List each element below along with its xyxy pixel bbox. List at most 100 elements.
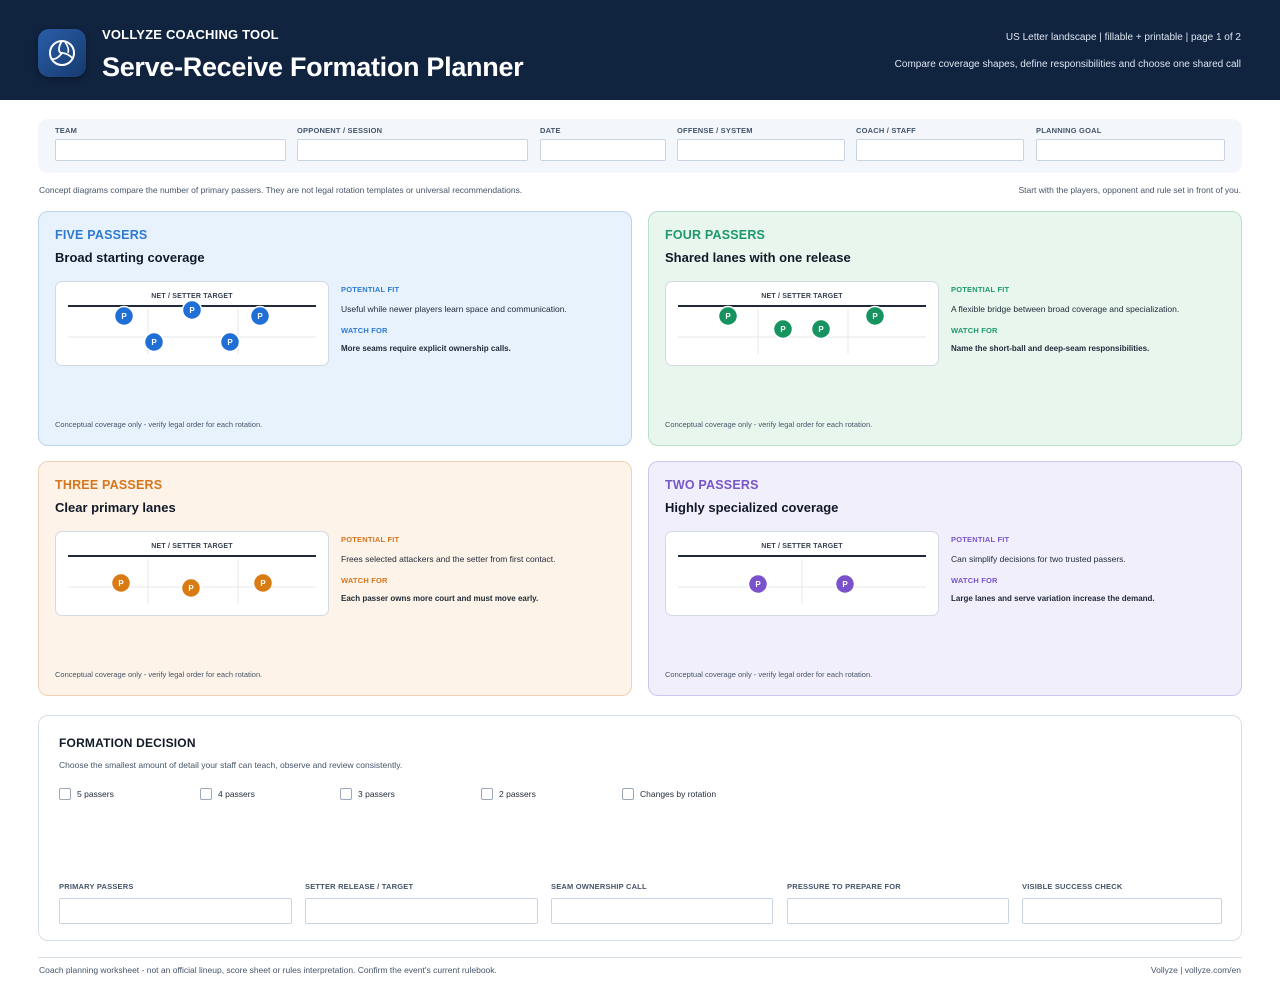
card-footnote: Conceptual coverage only - verify legal … [665,420,873,429]
svg-text:P: P [118,579,124,588]
fit-label: POTENTIAL FIT [341,285,400,294]
primary-passers-input[interactable] [59,898,292,924]
option-4-passers[interactable]: 4 passers [200,788,255,800]
svg-text:P: P [872,312,878,321]
footer-disclaimer: Coach planning worksheet - not an offici… [39,965,497,975]
watch-text: Name the short-ball and deep-seam respon… [951,344,1150,353]
date-input[interactable] [540,139,666,161]
net-label: NET / SETTER TARGET [151,543,233,550]
watch-text: Each passer owns more court and must mov… [341,594,539,603]
checkbox[interactable] [622,788,634,800]
svg-text:P: P [151,338,157,347]
team-input[interactable] [55,139,286,161]
passer-marker: P [252,572,274,594]
svg-text:P: P [188,584,194,593]
fit-label: POTENTIAL FIT [951,285,1010,294]
passer-marker: P [113,305,135,327]
svg-text:P: P [260,579,266,588]
fit-text: Frees selected attackers and the setter … [341,554,556,564]
card-five-passers: FIVE PASSERS Broad starting coverage P P P P P… [38,211,632,446]
card-kicker: THREE PASSERS [55,478,163,492]
success-check-input[interactable] [1022,898,1222,924]
net-label: NET / SETTER TARGET [761,293,843,300]
passer-marker: P [864,305,886,327]
card-footnote: Conceptual coverage only - verify legal … [55,420,263,429]
offense-input[interactable] [677,139,845,161]
passer-marker: P [810,318,832,340]
checkbox[interactable] [59,788,71,800]
passer-marker: P [180,577,202,599]
net-label: NET / SETTER TARGET [761,543,843,550]
passer-marker: P [834,573,856,595]
svg-text:P: P [842,580,848,589]
passer-marker: P [717,305,739,327]
decision-title: FORMATION DECISION [59,736,196,750]
fit-label: POTENTIAL FIT [341,535,400,544]
fit-text: A flexible bridge between broad coverage… [951,304,1180,314]
fit-label: POTENTIAL FIT [951,535,1010,544]
field-label: OPPONENT / SESSION [297,126,383,135]
pressure-input[interactable] [787,898,1009,924]
option-label: 2 passers [499,789,536,799]
field-label: DATE [540,126,561,135]
formation-decision: FORMATION DECISION Choose the smallest a… [38,715,1242,941]
footer-brand: Vollyze | vollyze.com/en [1150,965,1241,975]
passer-marker: P [772,318,794,340]
checkbox[interactable] [481,788,493,800]
svg-text:P: P [725,312,731,321]
seam-ownership-input[interactable] [551,898,773,924]
seam-ownership-label: SEAM OWNERSHIP CALL [551,882,647,891]
footer-divider [38,957,1242,958]
success-check-label: VISIBLE SUCCESS CHECK [1022,882,1123,891]
card-four-passers: FOUR PASSERS Shared lanes with one releas… [648,211,1242,446]
planning-fields: TEAM OPPONENT / SESSION DATE OFFENSE / S… [38,119,1242,173]
concept-note: Concept diagrams compare the number of p… [39,185,523,195]
checkbox[interactable] [340,788,352,800]
card-title: Shared lanes with one release [665,250,851,265]
option-changes-by-rotation[interactable]: Changes by rotation [622,788,716,800]
option-5-passers[interactable]: 5 passers [59,788,114,800]
formation-diagram: P P P P P NET / SETTER TARGET [55,281,329,366]
svg-text:P: P [755,580,761,589]
svg-text:P: P [189,306,195,315]
passer-marker: P [249,305,271,327]
fit-text: Useful while newer players learn space a… [341,304,567,314]
card-title: Clear primary lanes [55,500,176,515]
watch-label: WATCH FOR [951,326,998,335]
net-label: NET / SETTER TARGET [151,293,233,300]
page-title: Serve-Receive Formation Planner [102,52,524,82]
checkbox[interactable] [200,788,212,800]
svg-text:P: P [780,325,786,334]
watch-label: WATCH FOR [341,326,388,335]
watch-label: WATCH FOR [951,576,998,585]
watch-label: WATCH FOR [341,576,388,585]
passer-marker: P [181,299,203,321]
card-two-passers: TWO PASSERS Highly specialized coverage P P… [648,461,1242,696]
svg-text:P: P [227,338,233,347]
option-label: 4 passers [218,789,255,799]
card-footnote: Conceptual coverage only - verify legal … [665,670,873,679]
opponent-input[interactable] [297,139,528,161]
field-label: COACH / STAFF [856,126,916,135]
volleyball-icon [38,29,86,77]
goal-input[interactable] [1036,139,1225,161]
card-footnote: Conceptual coverage only - verify legal … [55,670,263,679]
card-kicker: FIVE PASSERS [55,228,148,242]
option-2-passers[interactable]: 2 passers [481,788,536,800]
pressure-label: PRESSURE TO PREPARE FOR [787,882,901,891]
field-label: OFFENSE / SYSTEM [677,126,753,135]
passer-marker: P [219,331,241,353]
option-3-passers[interactable]: 3 passers [340,788,395,800]
primary-passers-label: PRIMARY PASSERS [59,882,134,891]
page-meta: US Letter landscape | fillable + printab… [1005,32,1241,43]
coach-input[interactable] [856,139,1024,161]
card-title: Broad starting coverage [55,250,205,265]
setter-release-input[interactable] [305,898,538,924]
field-label: TEAM [55,126,78,135]
svg-text:P: P [257,312,263,321]
field-label: PLANNING GOAL [1036,126,1102,135]
formation-diagram: P P P P NET / SETTER TARGET [665,281,939,366]
setter-release-label: SETTER RELEASE / TARGET [305,882,414,891]
fit-text: Can simplify decisions for two trusted p… [951,554,1126,564]
passer-marker: P [747,573,769,595]
